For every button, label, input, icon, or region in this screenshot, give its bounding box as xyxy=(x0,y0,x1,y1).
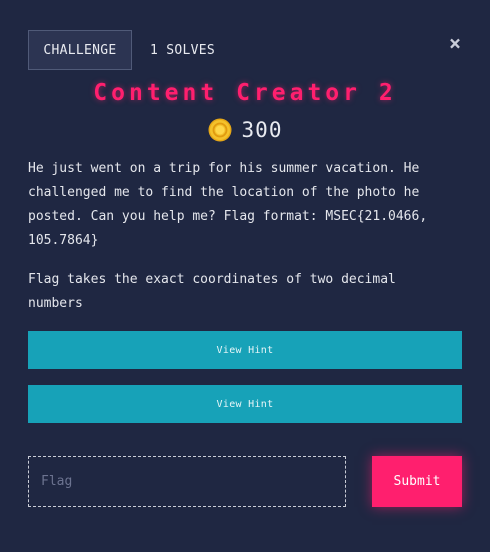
coin-icon xyxy=(208,118,232,142)
submit-button[interactable]: Submit xyxy=(372,456,462,507)
flag-input[interactable] xyxy=(28,456,346,507)
challenge-points: 300 xyxy=(0,118,490,142)
close-icon[interactable]: × xyxy=(447,33,463,53)
view-hint-button-2[interactable]: View Hint xyxy=(28,385,462,423)
challenge-title: Content Creator 2 xyxy=(93,80,397,106)
points-value: 300 xyxy=(241,118,283,142)
challenge-description: He just went on a trip for his summer va… xyxy=(28,161,428,248)
challenge-note: Flag takes the exact coordinates of two … xyxy=(28,272,396,311)
challenge-modal: CHALLENGE 1 SOLVES × Content Creator 2 3… xyxy=(0,0,490,552)
view-hint-button-1[interactable]: View Hint xyxy=(28,331,462,369)
tab-solves[interactable]: 1 SOLVES xyxy=(150,43,215,58)
modal-tabs: CHALLENGE 1 SOLVES xyxy=(28,30,215,70)
tab-challenge[interactable]: CHALLENGE xyxy=(28,30,132,70)
